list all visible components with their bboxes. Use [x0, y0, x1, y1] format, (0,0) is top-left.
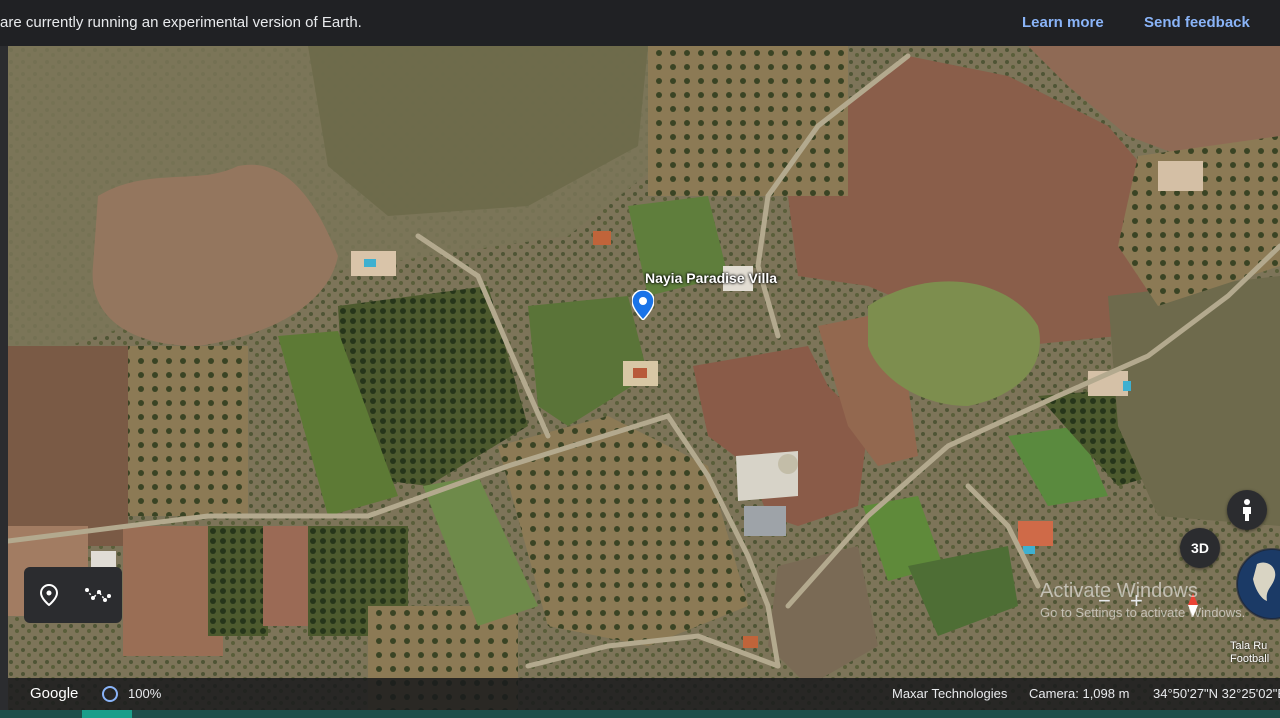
place-marker-button[interactable] [31, 577, 67, 613]
google-logo: Google [30, 685, 79, 702]
taskbar-active-indicator [82, 710, 132, 718]
location-pin-icon[interactable] [631, 289, 655, 322]
learn-more-link[interactable]: Learn more [1022, 14, 1104, 31]
pegman-icon [1243, 499, 1251, 521]
map-edge-labels: Tala Ru Football [1230, 640, 1269, 666]
camera-altitude: Camera: 1,098 m [1029, 686, 1130, 701]
send-feedback-link[interactable]: Send feedback [1144, 14, 1250, 31]
edge-label: Tala Ru [1230, 640, 1268, 652]
taskbar-edge [0, 710, 1280, 718]
map-tools-panel [24, 567, 122, 623]
place-marker-icon [39, 584, 58, 606]
watermark-title: Activate Windows [1040, 580, 1198, 602]
loading-ring-icon [102, 686, 118, 702]
banner-message: are currently running an experimental ve… [0, 14, 362, 31]
cursor-coordinates: 34°50'27"N 32°25'02"E [1153, 686, 1280, 701]
left-panel-edge [0, 46, 8, 710]
edge-label: Football [1230, 653, 1270, 665]
imagery-attribution[interactable]: Maxar Technologies [892, 686, 1007, 701]
watermark-subtitle: Go to Settings to activate Windows. [1040, 605, 1246, 620]
experimental-banner: are currently running an experimental ve… [0, 0, 1280, 46]
load-percent: 100% [128, 686, 162, 701]
path-measure-icon [84, 588, 111, 602]
toggle-3d-button[interactable]: 3D [1180, 528, 1220, 568]
street-view-button[interactable] [1227, 490, 1267, 530]
activate-windows-watermark: Activate Windows Go to Settings to activ… [1040, 580, 1245, 620]
status-bar: Google 100% Maxar Technologies Camera: 1… [8, 678, 1280, 710]
draw-path-button[interactable] [80, 577, 116, 613]
place-label[interactable]: Nayia Paradise Villa [645, 270, 777, 286]
